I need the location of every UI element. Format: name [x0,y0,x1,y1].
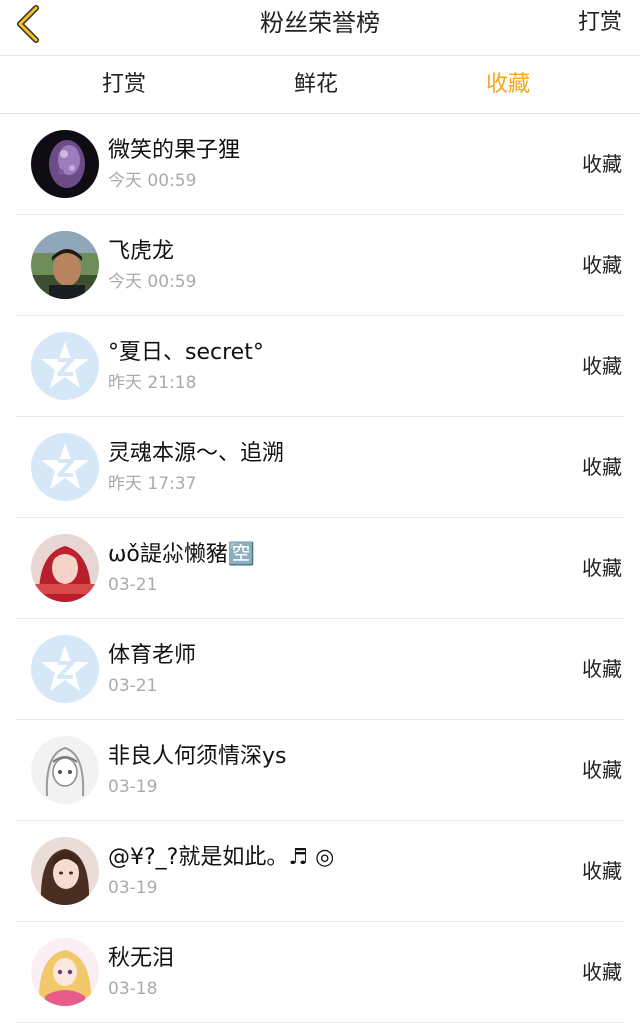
tab-bar: 打赏 鲜花 收藏 [0,56,640,114]
page-title: 粉丝荣誉榜 [260,9,380,37]
list-item[interactable]: 飞虎龙 今天 00:59 收藏 [16,215,624,316]
qq-default-avatar [31,635,99,703]
fan-name: °夏日、secret° [108,340,264,365]
avatar[interactable] [31,433,99,501]
fan-time: 今天 00:59 [108,272,197,292]
purple-crystal-photo [31,130,99,198]
avatar[interactable] [31,938,99,1006]
navigation-bar: 粉丝荣誉榜 打赏 [0,0,640,56]
list-item[interactable]: @¥?_?就是如此。♬ ◎ 03-19 收藏 [16,821,624,922]
tab-reward[interactable]: 打赏 [102,70,146,100]
list-item[interactable]: ωǒ諟尛懒豬🈳 03-21 收藏 [16,518,624,619]
fan-time: 03-21 [108,676,158,696]
avatar[interactable] [31,130,99,198]
fan-name: ωǒ諟尛懒豬🈳 [108,542,256,567]
fan-list: 微笑的果子狸 今天 00:59 收藏 飞虎龙 今天 00:59 收藏 °夏日、s… [0,114,640,1023]
favorite-label: 收藏 [582,758,622,782]
fan-time: 03-21 [108,575,158,595]
list-item[interactable]: 非良人何须情深ys 03-19 收藏 [16,720,624,821]
fan-name: @¥?_?就是如此。♬ ◎ [108,845,335,870]
anime-sketch-photo [31,736,99,804]
fan-time: 昨天 17:37 [108,474,197,494]
fan-name: 非良人何须情深ys [108,744,287,769]
fan-name: 微笑的果子狸 [108,138,241,163]
tab-favorites[interactable]: 收藏 [486,70,530,100]
avatar[interactable] [31,534,99,602]
list-item[interactable]: 体育老师 03-21 收藏 [16,619,624,720]
favorite-label: 收藏 [582,455,622,479]
avatar[interactable] [31,736,99,804]
avatar[interactable] [31,837,99,905]
list-item[interactable]: 灵魂本源～、追溯 昨天 17:37 收藏 [16,417,624,518]
list-item[interactable]: 微笑的果子狸 今天 00:59 收藏 [16,114,624,215]
anime-pink-photo [31,938,99,1006]
fan-time: 03-19 [108,777,158,797]
avatar[interactable] [31,231,99,299]
fan-time: 03-19 [108,878,158,898]
list-item[interactable]: 秋无泪 03-18 收藏 [16,922,624,1023]
list-item[interactable]: °夏日、secret° 昨天 21:18 收藏 [16,316,624,417]
qq-default-avatar [31,332,99,400]
fan-name: 体育老师 [108,643,197,668]
red-hair-girl-photo [31,534,99,602]
girl-portrait-photo [31,837,99,905]
fan-name: 秋无泪 [108,946,175,971]
fan-name: 飞虎龙 [108,239,175,264]
qq-default-avatar [31,433,99,501]
fan-time: 昨天 21:18 [108,373,197,393]
favorite-label: 收藏 [582,556,622,580]
fan-time: 03-18 [108,979,158,999]
favorite-label: 收藏 [582,354,622,378]
avatar[interactable] [31,332,99,400]
favorite-label: 收藏 [582,960,622,984]
avatar[interactable] [31,635,99,703]
man-portrait-photo [31,231,99,299]
fan-time: 今天 00:59 [108,171,197,191]
favorite-label: 收藏 [582,253,622,277]
fan-name: 灵魂本源～、追溯 [108,441,285,466]
favorite-label: 收藏 [582,657,622,681]
favorite-label: 收藏 [582,152,622,176]
favorite-label: 收藏 [582,859,622,883]
reward-button[interactable]: 打赏 [578,8,622,38]
tab-flowers[interactable]: 鲜花 [294,70,338,100]
